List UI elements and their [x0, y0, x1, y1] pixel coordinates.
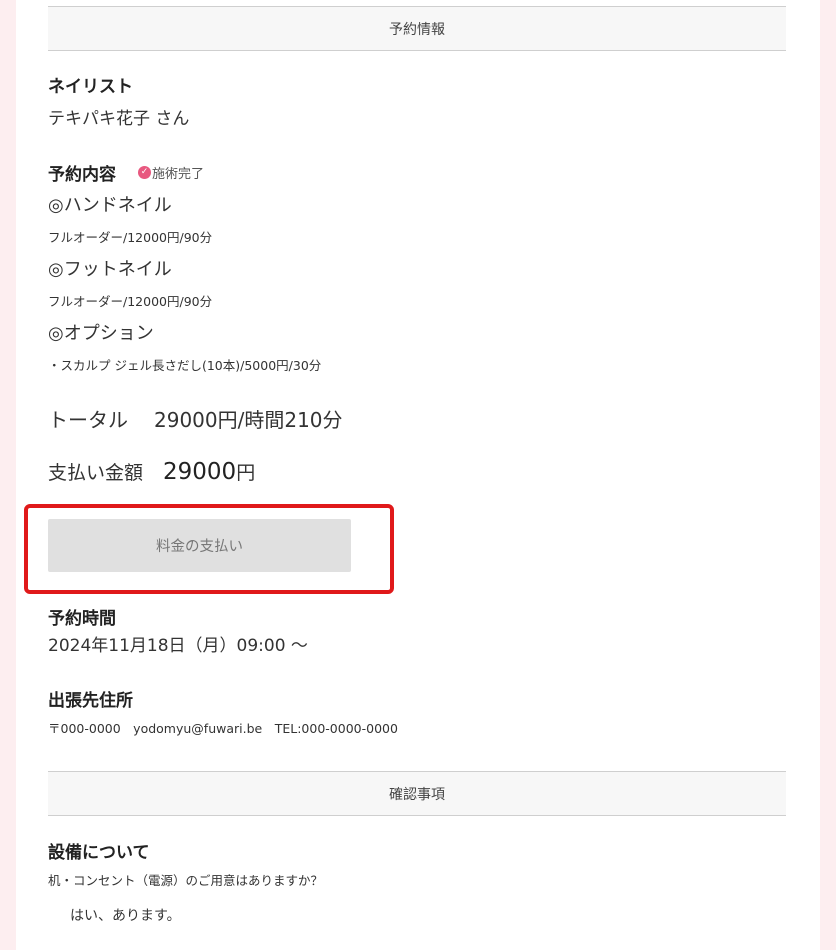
equipment-question: 机・コンセント（電源）のご用意はありますか？	[48, 873, 324, 888]
service-category-foot: ◎フットネイル	[48, 259, 172, 280]
destination-label: 出張先住所	[48, 691, 133, 711]
status-badge-label: 施術完了	[152, 167, 205, 182]
service-category-hand: ◎ハンドネイル	[48, 195, 172, 216]
nailist-name: テキパキ花子 さん	[48, 109, 190, 129]
check-icon: ✓	[138, 166, 151, 179]
service-category-option: ◎オプション	[48, 323, 154, 344]
section-header-confirmation: 確認事項	[48, 771, 786, 816]
payment-amount-unit: 円	[236, 462, 256, 484]
service-detail-foot: フルオーダー/12000円/90分	[48, 294, 213, 309]
reservation-content-label: 予約内容	[48, 165, 116, 185]
service-detail-option: ・スカルプ ジェル長さだし(10本)/5000円/30分	[48, 358, 322, 373]
page: 予約情報 ネイリスト テキパキ花子 さん 予約内容 ✓ 施術完了 ◎ハンドネイル…	[16, 0, 820, 950]
reservation-time-value: 2024年11月18日（月）09:00 ～	[48, 636, 308, 656]
total-label: トータル	[48, 408, 128, 432]
equipment-answer: はい、あります。	[70, 908, 181, 924]
nailist-label: ネイリスト	[48, 77, 133, 97]
equipment-label: 設備について	[48, 843, 150, 863]
total-row: トータル 29000円/時間210分	[48, 404, 343, 433]
pay-fee-button[interactable]: 料金の支払い	[48, 519, 351, 572]
payment-amount-label: 支払い金額	[48, 462, 144, 484]
service-detail-hand: フルオーダー/12000円/90分	[48, 230, 213, 245]
payment-amount-value: 29000	[163, 459, 237, 485]
section-header-reservation-info: 予約情報	[48, 6, 786, 51]
destination-value: 〒000-0000 yodomyu@fuwari.be TEL:000-0000…	[48, 721, 398, 736]
status-badge: ✓ 施術完了	[138, 163, 204, 182]
reservation-time-label: 予約時間	[48, 609, 116, 629]
payment-amount-row: 支払い金額 29000円	[48, 458, 255, 485]
total-value: 29000円/時間210分	[154, 408, 343, 432]
